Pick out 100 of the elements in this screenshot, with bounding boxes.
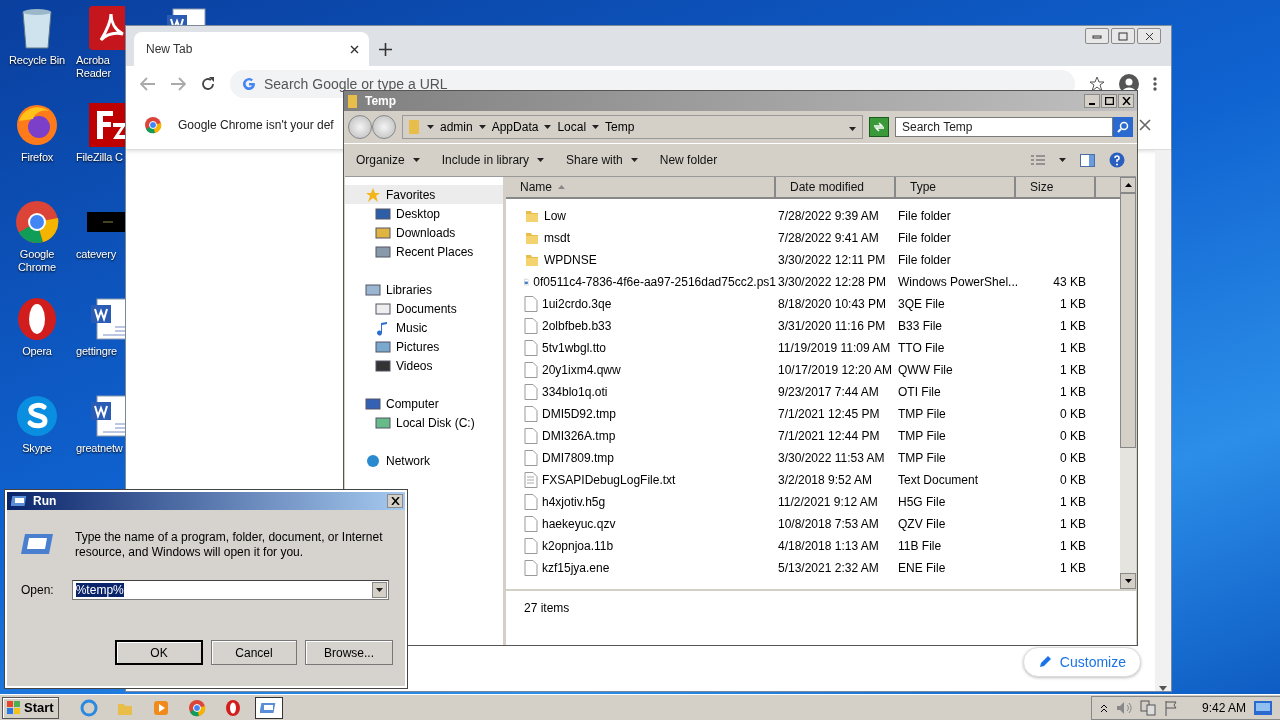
nav-item[interactable]: Computer bbox=[345, 394, 503, 413]
open-combobox[interactable]: %temp% bbox=[71, 580, 389, 600]
scrollbar[interactable] bbox=[1120, 177, 1136, 589]
clock[interactable]: 9:42 AM bbox=[1201, 700, 1246, 715]
desktop-icon-label[interactable]: catevery bbox=[76, 248, 116, 261]
size-cell: 1 KB bbox=[1060, 495, 1086, 509]
date-cell: 3/30/2022 11:53 AM bbox=[778, 451, 885, 465]
chevron-up-icon[interactable] bbox=[1099, 702, 1108, 713]
nav-item[interactable]: Desktop bbox=[345, 204, 503, 223]
bookmark-star-icon[interactable] bbox=[1089, 75, 1105, 92]
browser-tab[interactable]: New Tab bbox=[134, 32, 369, 66]
file-name[interactable]: WPDNSE bbox=[544, 253, 597, 267]
taskbar-button[interactable] bbox=[254, 696, 283, 719]
column-header[interactable]: Size bbox=[1016, 177, 1096, 199]
minimize-button[interactable] bbox=[1084, 94, 1100, 108]
scroll-down-icon[interactable] bbox=[1124, 579, 1132, 583]
close-button[interactable] bbox=[387, 494, 403, 508]
date-cell: 7/28/2022 9:39 AM bbox=[778, 209, 879, 223]
nav-item[interactable]: Videos bbox=[345, 356, 503, 375]
desktop-icon-label[interactable]: Recycle Bin bbox=[9, 54, 65, 67]
date-cell: 9/23/2017 7:44 AM bbox=[778, 385, 879, 399]
start-button[interactable]: Start bbox=[2, 696, 59, 719]
file-name[interactable]: h4xjotiv.h5g bbox=[542, 495, 606, 509]
network-icon[interactable] bbox=[1139, 699, 1156, 716]
desktop-icon-label[interactable]: greatnetw bbox=[76, 442, 123, 455]
dialog-button[interactable]: OK bbox=[115, 640, 203, 665]
address-bar[interactable]: admin AppData Local Temp bbox=[402, 115, 863, 139]
nav-item[interactable]: Pictures bbox=[345, 337, 503, 356]
close-button[interactable] bbox=[1118, 94, 1134, 108]
close-infobar-button[interactable] bbox=[1139, 119, 1151, 131]
nav-item[interactable]: Libraries bbox=[345, 280, 503, 299]
toolbar-button[interactable]: Include in library bbox=[441, 153, 545, 167]
file-name[interactable]: DMI5D92.tmp bbox=[542, 407, 617, 421]
nav-item[interactable]: Music bbox=[345, 318, 503, 337]
back-button[interactable] bbox=[348, 115, 372, 139]
file-name[interactable]: 1ui2crdo.3qe bbox=[542, 297, 612, 311]
scroll-up-icon[interactable] bbox=[1124, 183, 1132, 187]
desktop-icon-label[interactable]: Skype bbox=[22, 442, 52, 455]
preview-pane-icon[interactable] bbox=[1080, 153, 1095, 167]
toolbar-button[interactable]: New folder bbox=[659, 153, 718, 167]
file-icon bbox=[524, 494, 538, 510]
search-icon[interactable] bbox=[1113, 117, 1133, 137]
maximize-button[interactable] bbox=[1101, 94, 1117, 108]
file-name[interactable]: 20y1ixm4.qww bbox=[542, 363, 621, 377]
desktop-icon-label[interactable]: Google Chrome bbox=[18, 248, 56, 274]
file-name[interactable]: FXSAPIDebugLogFile.txt bbox=[542, 473, 676, 487]
desktop-icon-label[interactable]: Opera bbox=[22, 345, 52, 358]
file-name[interactable]: DMI326A.tmp bbox=[542, 429, 616, 443]
file-name[interactable]: 0f0511c4-7836-4f6e-aa97-2516dad75cc2.ps1 bbox=[533, 275, 776, 289]
desktop-icon-label[interactable]: FileZilla C bbox=[76, 151, 123, 164]
breadcrumb-item[interactable]: admin bbox=[427, 120, 473, 134]
file-name[interactable]: DMI7809.tmp bbox=[542, 451, 615, 465]
file-name[interactable]: 2olbfbeb.b33 bbox=[542, 319, 612, 333]
forward-button[interactable] bbox=[372, 115, 396, 139]
date-cell: 3/30/2022 12:11 PM bbox=[778, 253, 886, 267]
nav-item[interactable]: Documents bbox=[345, 299, 503, 318]
scrollbar[interactable] bbox=[1155, 150, 1171, 691]
dialog-button[interactable]: Browse... bbox=[305, 640, 393, 665]
google-icon bbox=[242, 76, 256, 91]
nav-item[interactable]: Recent Places bbox=[345, 242, 503, 261]
column-header[interactable]: Name bbox=[506, 177, 776, 199]
search-field[interactable]: Search Temp bbox=[895, 117, 1113, 137]
show-desktop-icon[interactable] bbox=[1254, 700, 1272, 715]
file-name[interactable]: Low bbox=[544, 209, 566, 223]
nav-item[interactable]: Downloads bbox=[345, 223, 503, 242]
close-tab-button[interactable] bbox=[350, 44, 359, 54]
size-cell: 43 KB bbox=[1053, 275, 1086, 289]
column-header[interactable]: Type bbox=[896, 177, 1016, 199]
reload-button[interactable] bbox=[200, 75, 216, 92]
menu-icon[interactable] bbox=[1153, 75, 1157, 92]
network-icon bbox=[365, 452, 381, 469]
desktop-icon-label[interactable]: gettingre bbox=[76, 345, 117, 358]
toolbar-button[interactable]: Organize bbox=[356, 153, 420, 167]
help-icon[interactable] bbox=[1109, 152, 1125, 168]
file-name[interactable]: k2opnjoa.11b bbox=[542, 539, 614, 553]
scroll-down-icon[interactable] bbox=[1159, 686, 1167, 691]
file-name[interactable]: kzf15jya.ene bbox=[542, 561, 610, 575]
refresh-icon bbox=[873, 122, 885, 132]
dialog-button[interactable]: Cancel bbox=[211, 640, 297, 665]
toolbar-button[interactable]: Share with bbox=[566, 153, 638, 167]
desktop-icon-label[interactable]: Acroba Reader bbox=[76, 54, 111, 80]
file-name[interactable]: msdt bbox=[544, 231, 570, 245]
file-name[interactable]: 5tv1wbgl.tto bbox=[542, 341, 607, 355]
nav-item[interactable]: Favorites bbox=[345, 185, 503, 204]
refresh-button[interactable] bbox=[869, 117, 889, 137]
breadcrumb-item[interactable]: Local bbox=[544, 120, 587, 134]
file-name[interactable]: haekeyuc.qzv bbox=[542, 517, 616, 531]
desktop-icon-label[interactable]: Firefox bbox=[20, 151, 54, 164]
flag-icon[interactable] bbox=[1163, 699, 1178, 716]
chrome-icon[interactable] bbox=[13, 198, 61, 246]
close-button[interactable] bbox=[1137, 28, 1161, 44]
column-header[interactable]: Date modified bbox=[776, 177, 896, 199]
acrobat-icon[interactable] bbox=[87, 4, 125, 52]
filezilla-icon[interactable] bbox=[87, 101, 125, 149]
breadcrumb-item[interactable]: Temp bbox=[592, 120, 635, 134]
file-name[interactable]: 334blo1q.oti bbox=[542, 385, 608, 399]
breadcrumb-item[interactable]: AppData bbox=[478, 120, 539, 134]
nav-item[interactable]: Local Disk (C:) bbox=[345, 413, 503, 432]
customize-button[interactable]: Customize bbox=[1022, 647, 1141, 677]
nav-item[interactable]: Network bbox=[345, 451, 503, 470]
